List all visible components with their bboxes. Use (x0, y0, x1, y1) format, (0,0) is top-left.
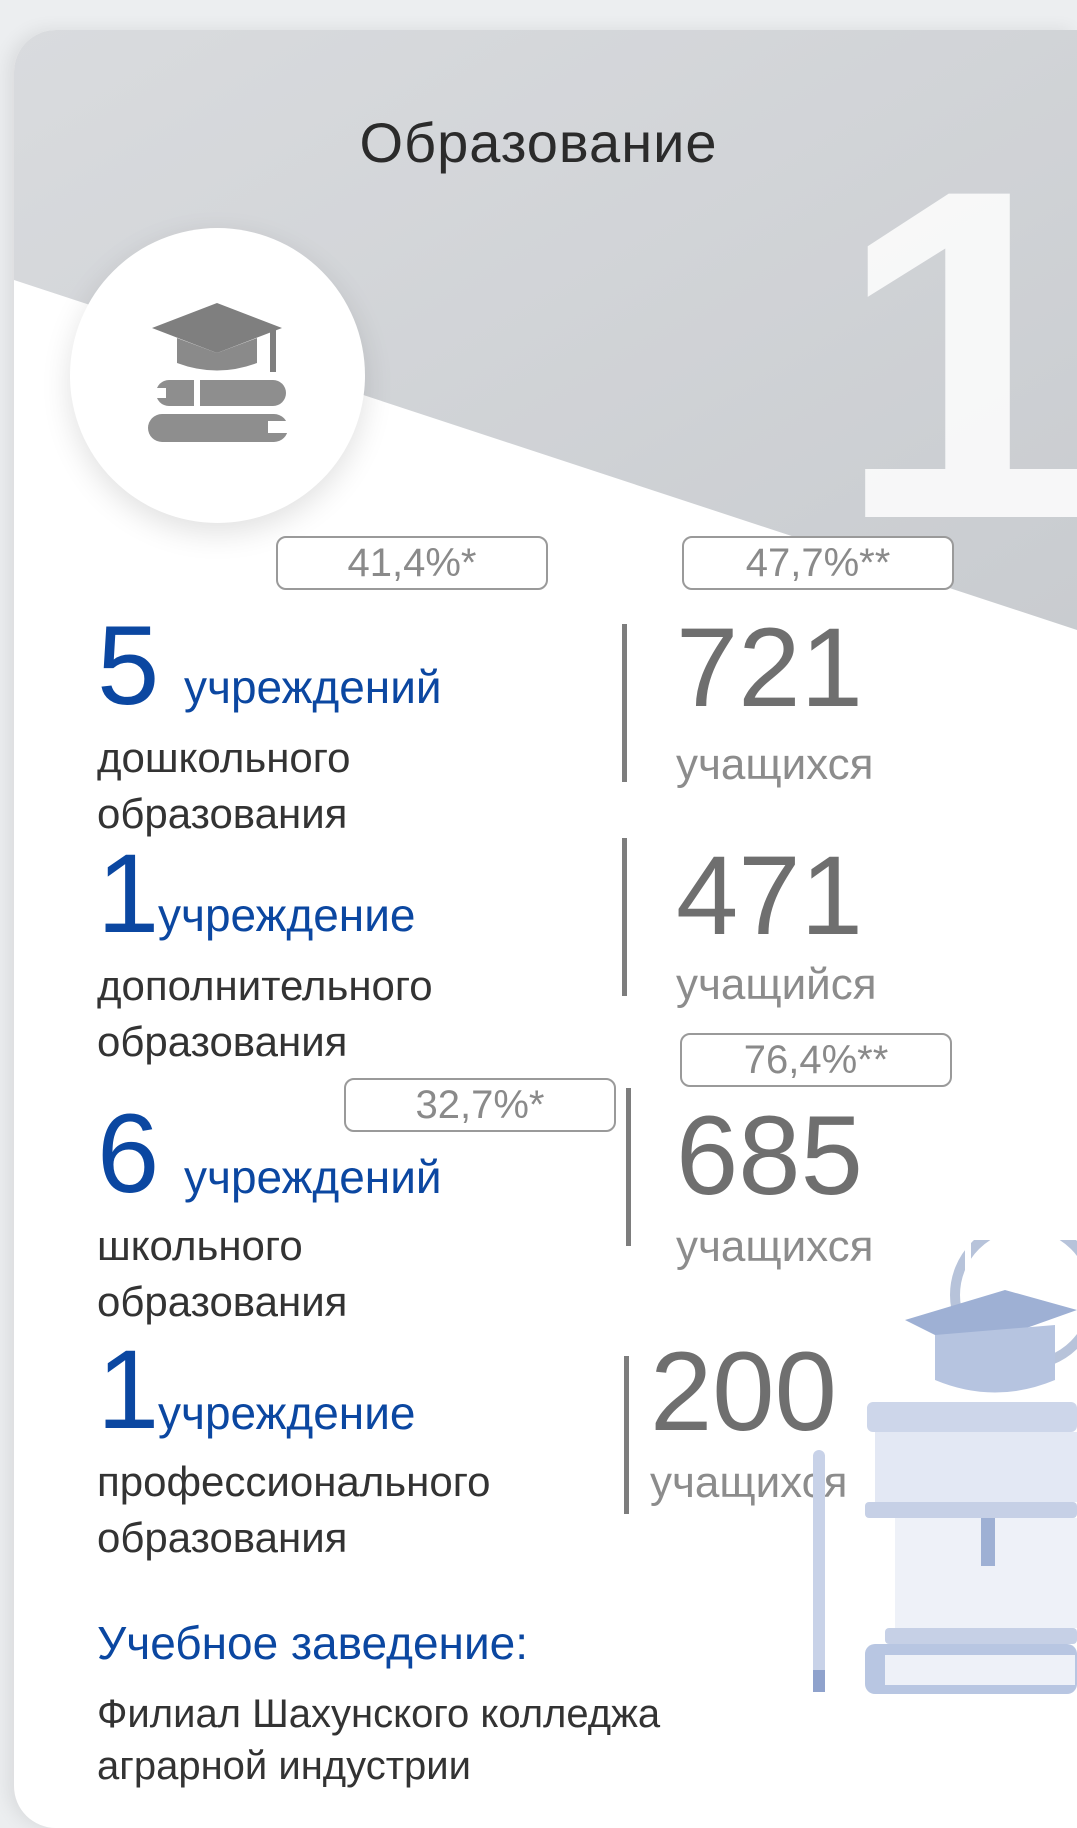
institution-count: 1 (97, 831, 160, 956)
institution-name-line1: Филиал Шахунского колледжа (97, 1692, 661, 1736)
percent-badge: 47,7%** (682, 536, 954, 590)
institution-type-line1: профессионального (97, 1458, 491, 1505)
section-number: 1 (835, 92, 1077, 617)
percent-badge: 76,4%** (680, 1033, 952, 1087)
divider (626, 1088, 631, 1246)
institution-heading: Учебное заведение: (97, 1617, 529, 1669)
institution-type-line1: дополнительного (97, 962, 433, 1009)
percent-badge: 41,4%* (276, 536, 548, 590)
divider (622, 624, 627, 782)
institution-name-line2: аграрной индустрии (97, 1744, 471, 1788)
divider (624, 1356, 629, 1514)
education-icon-circle (70, 228, 365, 523)
institution-type-line1: дошкольного (97, 734, 351, 781)
page-title: Образование (359, 111, 718, 174)
students-count: 471 (676, 833, 863, 958)
students-count: 685 (676, 1093, 863, 1218)
institution-unit: учреждений (184, 1151, 442, 1203)
divider (622, 838, 627, 996)
institution-count: 5 (97, 603, 160, 728)
institution-name: Филиал Шахунского колледжа аграрной инду… (97, 1688, 797, 1792)
students-count: 721 (676, 605, 863, 730)
institution-unit: учреждений (184, 661, 442, 713)
institution-unit: учреждение (158, 889, 416, 941)
institution-type-line2: образования (97, 1514, 348, 1561)
institution-type-line2: образования (97, 1018, 348, 1065)
graduation-cap-books-icon (142, 303, 290, 442)
institution-count: 6 (97, 1091, 160, 1216)
books-and-cap-illustration (813, 1240, 1077, 1694)
students-label: учащийся (676, 960, 877, 1009)
institution-unit: учреждение (158, 1387, 416, 1439)
institution-type-line1: школьного (97, 1222, 303, 1269)
institution-type-line2: образования (97, 1278, 348, 1325)
percent-badge: 32,7%* (344, 1078, 616, 1132)
students-label: учащихся (676, 740, 874, 789)
institution-count: 1 (97, 1327, 160, 1452)
